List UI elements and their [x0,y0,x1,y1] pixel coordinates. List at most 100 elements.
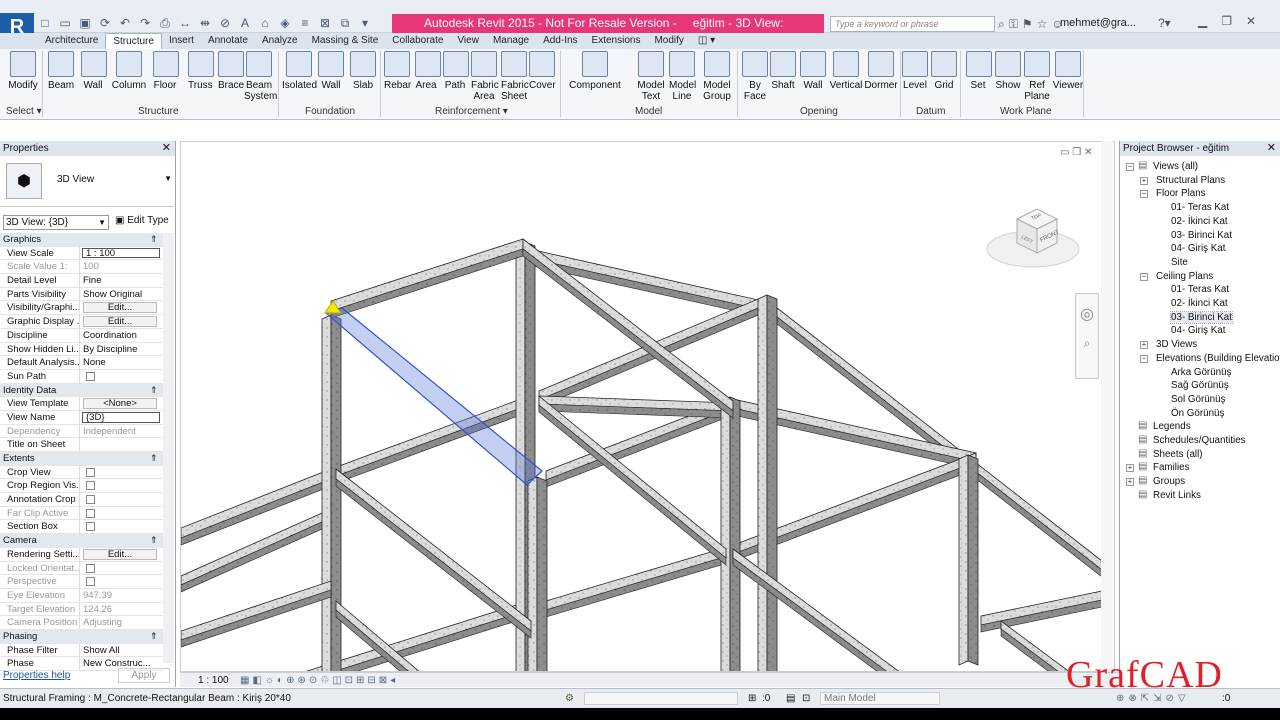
dimension-icon[interactable]: ⇹ [196,14,214,32]
expand-icon[interactable]: + [1140,341,1148,350]
restore-icon[interactable]: ❐ [1221,14,1232,28]
properties-help-link[interactable]: Properties help [3,670,70,681]
collapse-icon[interactable]: − [1126,163,1134,171]
browser-item[interactable]: Groups [1153,476,1185,487]
concrete-column[interactable] [720,396,731,672]
browser-item[interactable]: Revit Links [1153,490,1201,501]
property-group-header[interactable]: Camera ⇑ [0,534,163,548]
chevron-down-icon[interactable]: ▼ [164,174,172,183]
property-checkbox[interactable] [86,522,95,532]
path-button[interactable]: Path [443,51,469,91]
type-selector[interactable]: ⬢ 3D View ▼ [0,157,176,207]
3d-view-icon[interactable]: ⌂ [256,14,274,32]
concrete-beam[interactable] [181,580,332,641]
concrete-beam[interactable] [330,238,524,312]
collapse-icon[interactable]: ⇑ [150,384,158,397]
property-value[interactable]: Fine [80,274,163,287]
property-value[interactable]: Edit... [80,315,163,328]
tab-view[interactable]: View [450,33,486,49]
property-value[interactable] [80,370,163,383]
measure-icon[interactable]: ↔ [176,14,194,32]
close-hidden-icon[interactable]: ⊠ [316,14,334,32]
close-icon[interactable]: ✕ [1267,141,1276,156]
model-text-button[interactable]: Model Text [637,51,665,102]
property-value[interactable] [80,520,163,533]
property-value[interactable]: By Discipline [80,343,163,356]
open-icon[interactable]: ▭ [56,14,74,32]
browser-item[interactable]: Ön Görünüş [1171,408,1224,419]
property-group-header[interactable]: Extents ⇑ [0,452,163,466]
close-icon[interactable]: ✕ [1246,14,1256,28]
property-checkbox[interactable] [86,467,95,477]
property-checkbox[interactable] [86,481,95,491]
panel-label-model[interactable]: Model [635,106,662,117]
collapse-icon[interactable]: ⇑ [150,534,158,547]
properties-scrollbar[interactable] [163,233,174,663]
property-edit-button[interactable]: <None> [83,398,157,410]
tab-massing-site[interactable]: Massing & Site [305,33,386,49]
tag-icon[interactable]: ⊘ [216,14,234,32]
expand-icon[interactable]: + [1126,478,1134,487]
tab-manage[interactable]: Manage [486,33,536,49]
panel-label-datum[interactable]: Datum [916,106,945,117]
browser-item[interactable]: Site [1171,257,1188,268]
design-option-select[interactable]: Main Model [820,692,940,705]
modify-button[interactable]: Modify [8,51,38,91]
zoom-icon[interactable]: ⌕ [1076,336,1098,351]
design-options-icon[interactable]: ⊞ [748,689,756,708]
redo-icon[interactable]: ↷ [136,14,154,32]
worksets-icon[interactable]: ⚙ [565,689,574,708]
property-edit-button[interactable]: Edit... [83,302,157,314]
section-icon[interactable]: ◈ [276,14,294,32]
tab-extensions[interactable]: Extensions [585,33,648,49]
property-group-header[interactable]: Graphics ⇑ [0,233,163,247]
wall-button[interactable]: Wall [800,51,826,91]
subscription-icon[interactable]: ⚿ [1009,17,1018,32]
concrete-beam[interactable] [545,545,732,611]
property-value[interactable]: None [80,356,163,369]
tab-modify[interactable]: Modify [647,33,690,49]
property-checkbox[interactable] [86,371,95,381]
collapse-icon[interactable]: − [1140,354,1148,363]
fabric-area-button[interactable]: Fabric Area [471,51,499,102]
property-group-header[interactable]: Phasing ⇑ [0,629,163,644]
show-button[interactable]: Show [994,51,1022,91]
browser-item[interactable]: Sağ Görünüş [1171,380,1229,391]
ribbon-minimize-icon[interactable]: ◫ ▾ [691,33,722,49]
column-button[interactable]: Column [111,51,147,91]
panel-label-reinforcement-[interactable]: Reinforcement ▾ [435,106,508,117]
steering-wheel-icon[interactable]: ◎ [1076,304,1098,324]
collapse-icon[interactable]: − [1140,272,1148,281]
browser-item[interactable]: Ceiling Plans [1156,271,1213,282]
view-cube[interactable]: TOP FRONT LEFT [985,205,1081,275]
search-input[interactable]: Type a keyword or phrase [830,16,995,32]
grid-button[interactable]: Grid [931,51,957,91]
browser-item[interactable]: 03- Birinci Kat [1171,230,1232,241]
beam-button[interactable]: Beam [47,51,75,91]
expand-icon[interactable]: + [1140,176,1148,185]
tab-annotate[interactable]: Annotate [201,33,255,49]
browser-item[interactable]: 04- Giriş Kat [1171,325,1225,336]
set-button[interactable]: Set [966,51,992,91]
component-button[interactable]: Component [567,51,623,91]
wall-button[interactable]: Wall [81,51,107,91]
isolated-button[interactable]: Isolated [282,51,317,91]
vertical-button[interactable]: Vertical [829,51,863,91]
apply-button[interactable]: Apply [118,668,170,683]
property-value[interactable]: Show Original [80,288,163,301]
collapse-icon[interactable]: ⇑ [150,452,158,465]
favorites-icon[interactable]: ☆ [1037,17,1048,31]
browser-item[interactable]: Floor Plans [1156,188,1206,199]
browser-item[interactable]: Sol Görünüş [1171,394,1225,405]
fabric-sheet-button[interactable]: Fabric Sheet [501,51,529,102]
tab-insert[interactable]: Insert [162,33,201,49]
browser-item[interactable]: Schedules/Quantities [1153,435,1246,446]
restore-icon[interactable]: ❐ [1072,147,1084,158]
browser-item[interactable]: Sheets (all) [1153,449,1203,460]
viewport-scrollbar[interactable] [1101,141,1113,672]
tab-architecture[interactable]: Architecture [38,33,105,49]
property-checkbox[interactable] [86,495,95,505]
concrete-beam[interactable] [335,468,532,632]
browser-item[interactable]: Legends [1153,421,1191,432]
ref-plane-button[interactable]: Ref Plane [1024,51,1050,102]
